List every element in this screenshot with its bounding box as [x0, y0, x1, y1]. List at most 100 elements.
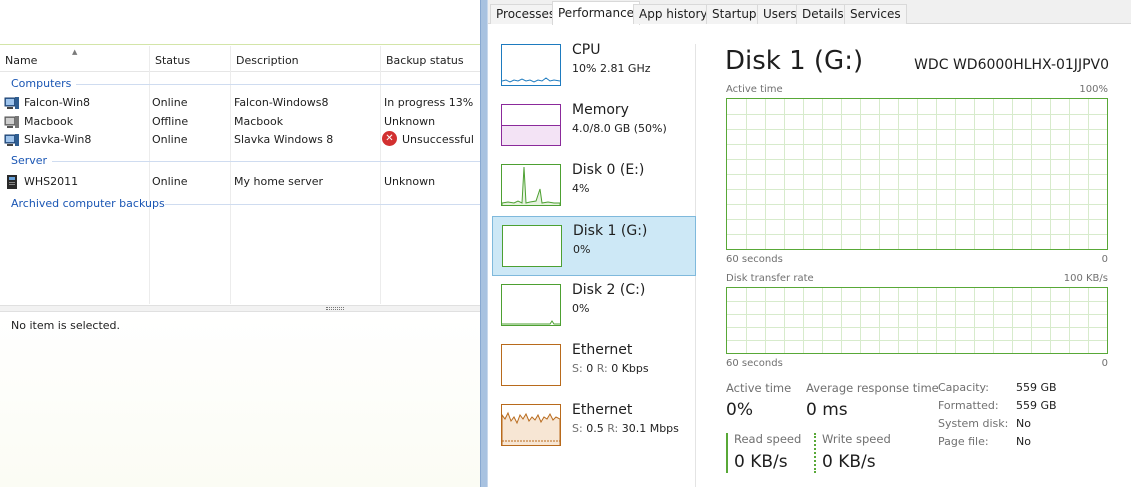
computer-description: Falcon-Windows8: [234, 96, 329, 109]
transfer-rate-graph-duration: 60 seconds: [726, 358, 783, 369]
ethernet1-thumbnail-graph: [501, 344, 561, 386]
perf-item-cpu[interactable]: CPU 10% 2.81 GHz: [492, 36, 696, 96]
group-header-archived-backups[interactable]: Archived computer backups: [11, 196, 165, 212]
computer-backup-status: In progress 13%: [384, 96, 474, 109]
active-time-graph-max: 100%: [1079, 84, 1108, 95]
memory-thumbnail-graph: [501, 104, 561, 146]
prop-formatted-value: 559 GB: [1016, 399, 1057, 412]
perf-item-value: 4%: [572, 182, 590, 195]
perf-item-disk-2[interactable]: Disk 2 (C:) 0%: [492, 276, 696, 336]
stat-write-speed-label: Write speed: [822, 432, 891, 446]
pane-splitter[interactable]: [0, 305, 480, 312]
computer-offline-icon: [4, 116, 19, 128]
computer-icon: [4, 97, 19, 109]
error-icon: ✕: [382, 131, 397, 146]
transfer-rate-grid: [727, 288, 1107, 353]
perf-item-ethernet-2[interactable]: Ethernet S: 0.5 R: 30.1 Mbps: [492, 396, 696, 456]
splitter-grip-icon: [326, 307, 344, 310]
details-message: No item is selected.: [11, 319, 121, 332]
computer-description: Slavka Windows 8: [234, 133, 334, 146]
transfer-rate-graph-min: 0: [1101, 358, 1108, 369]
perf-item-title: Ethernet: [572, 402, 633, 418]
read-speed-legend-bar: [726, 433, 728, 473]
list-header: ▲ Name Status Description Backup status: [0, 46, 480, 72]
column-header-status[interactable]: Status: [150, 46, 230, 72]
tab-app-history[interactable]: App history: [633, 4, 714, 24]
stat-read-speed-value: 0 KB/s: [734, 452, 788, 472]
prop-system-disk-value: No: [1016, 417, 1031, 430]
active-time-graph-duration: 60 seconds: [726, 254, 783, 265]
perf-item-value: 0%: [572, 302, 590, 315]
disk2-thumbnail-graph: [501, 284, 561, 326]
computer-backup-status: Unsuccessful: [402, 133, 474, 146]
task-manager: Processes Performance App history Startu…: [488, 0, 1131, 487]
computer-status: Online: [152, 133, 188, 146]
stat-avg-response-label: Average response time: [806, 381, 939, 395]
perf-item-value: 4.0/8.0 GB (50%): [572, 122, 667, 135]
computer-backup-status: Unknown: [384, 115, 436, 128]
tab-startup[interactable]: Startup: [706, 4, 763, 24]
group-divider: [76, 84, 480, 85]
group-header-server[interactable]: Server: [11, 153, 47, 169]
server-backup-status: Unknown: [384, 175, 436, 188]
transfer-rate-graph: [726, 287, 1108, 354]
stat-active-time-label: Active time: [726, 381, 792, 395]
active-time-grid: [727, 99, 1107, 249]
prop-page-file-label: Page file:: [938, 435, 989, 448]
tab-performance[interactable]: Performance: [552, 1, 641, 25]
computer-name: Falcon-Win8: [24, 96, 91, 109]
stat-active-time-value: 0%: [726, 400, 753, 420]
stat-read-speed-label: Read speed: [734, 432, 802, 446]
perf-item-title: Ethernet: [572, 342, 633, 358]
perf-item-value: S: 0 R: 0 Kbps: [572, 362, 649, 375]
perf-item-title: CPU: [572, 42, 601, 58]
dashboard-toolbar-area: [0, 0, 480, 45]
column-header-name[interactable]: ▲ Name: [0, 46, 149, 72]
computer-row-macbook[interactable]: Macbook Offline Macbook Unknown: [0, 113, 480, 131]
perf-item-title: Disk 0 (E:): [572, 162, 645, 178]
stat-write-speed-value: 0 KB/s: [822, 452, 876, 472]
server-description: My home server: [234, 175, 323, 188]
computer-row-slavka-win8[interactable]: Slavka-Win8 Online Slavka Windows 8 ✕ Un…: [0, 131, 480, 149]
server-status: Online: [152, 175, 188, 188]
transfer-rate-graph-max: 100 KB/s: [1063, 273, 1108, 284]
tab-services[interactable]: Services: [844, 4, 907, 24]
transfer-rate-graph-label: Disk transfer rate: [726, 273, 814, 284]
tab-processes[interactable]: Processes: [490, 4, 562, 24]
computer-row-falcon-win8[interactable]: Falcon-Win8 Online Falcon-Windows8 In pr…: [0, 94, 480, 112]
tab-details[interactable]: Details: [796, 4, 850, 24]
perf-item-memory[interactable]: Memory 4.0/8.0 GB (50%): [492, 96, 696, 156]
computer-description: Macbook: [234, 115, 284, 128]
prop-capacity-label: Capacity:: [938, 381, 989, 394]
perf-item-value: S: 0.5 R: 30.1 Mbps: [572, 422, 679, 435]
active-time-graph: [726, 98, 1108, 250]
active-time-graph-label: Active time: [726, 84, 783, 95]
prop-system-disk-label: System disk:: [938, 417, 1009, 430]
details-pane: No item is selected.: [0, 312, 480, 487]
sort-ascending-icon: ▲: [72, 48, 78, 56]
disk0-thumbnail-graph: [501, 164, 561, 206]
column-header-backup-status[interactable]: Backup status: [381, 46, 480, 72]
disk-model: WDC WD6000HLHX-01JJPV0: [914, 57, 1109, 73]
group-divider: [165, 204, 480, 205]
perf-item-value: 0%: [573, 243, 591, 256]
cpu-thumbnail-graph: [501, 44, 561, 86]
computer-icon: [4, 134, 19, 146]
server-row-whs2011[interactable]: WHS2011 Online My home server Unknown: [0, 173, 480, 191]
perf-item-ethernet-1[interactable]: Ethernet S: 0 R: 0 Kbps: [492, 336, 696, 396]
perf-item-title: Disk 1 (G:): [573, 223, 648, 239]
computer-status: Online: [152, 96, 188, 109]
window-border: [480, 0, 488, 487]
write-speed-legend-bar: [814, 433, 816, 473]
perf-item-value: 10% 2.81 GHz: [572, 62, 651, 75]
group-divider: [52, 161, 480, 162]
computer-status: Offline: [152, 115, 189, 128]
perf-item-disk-1[interactable]: Disk 1 (G:) 0%: [492, 216, 696, 276]
server-icon: [7, 175, 17, 189]
perf-item-disk-0[interactable]: Disk 0 (E:) 4%: [492, 156, 696, 216]
prop-page-file-value: No: [1016, 435, 1031, 448]
group-header-computers[interactable]: Computers: [11, 76, 71, 92]
computer-name: Macbook: [24, 115, 74, 128]
column-header-description[interactable]: Description: [231, 46, 380, 72]
detail-title: Disk 1 (G:): [725, 46, 864, 76]
